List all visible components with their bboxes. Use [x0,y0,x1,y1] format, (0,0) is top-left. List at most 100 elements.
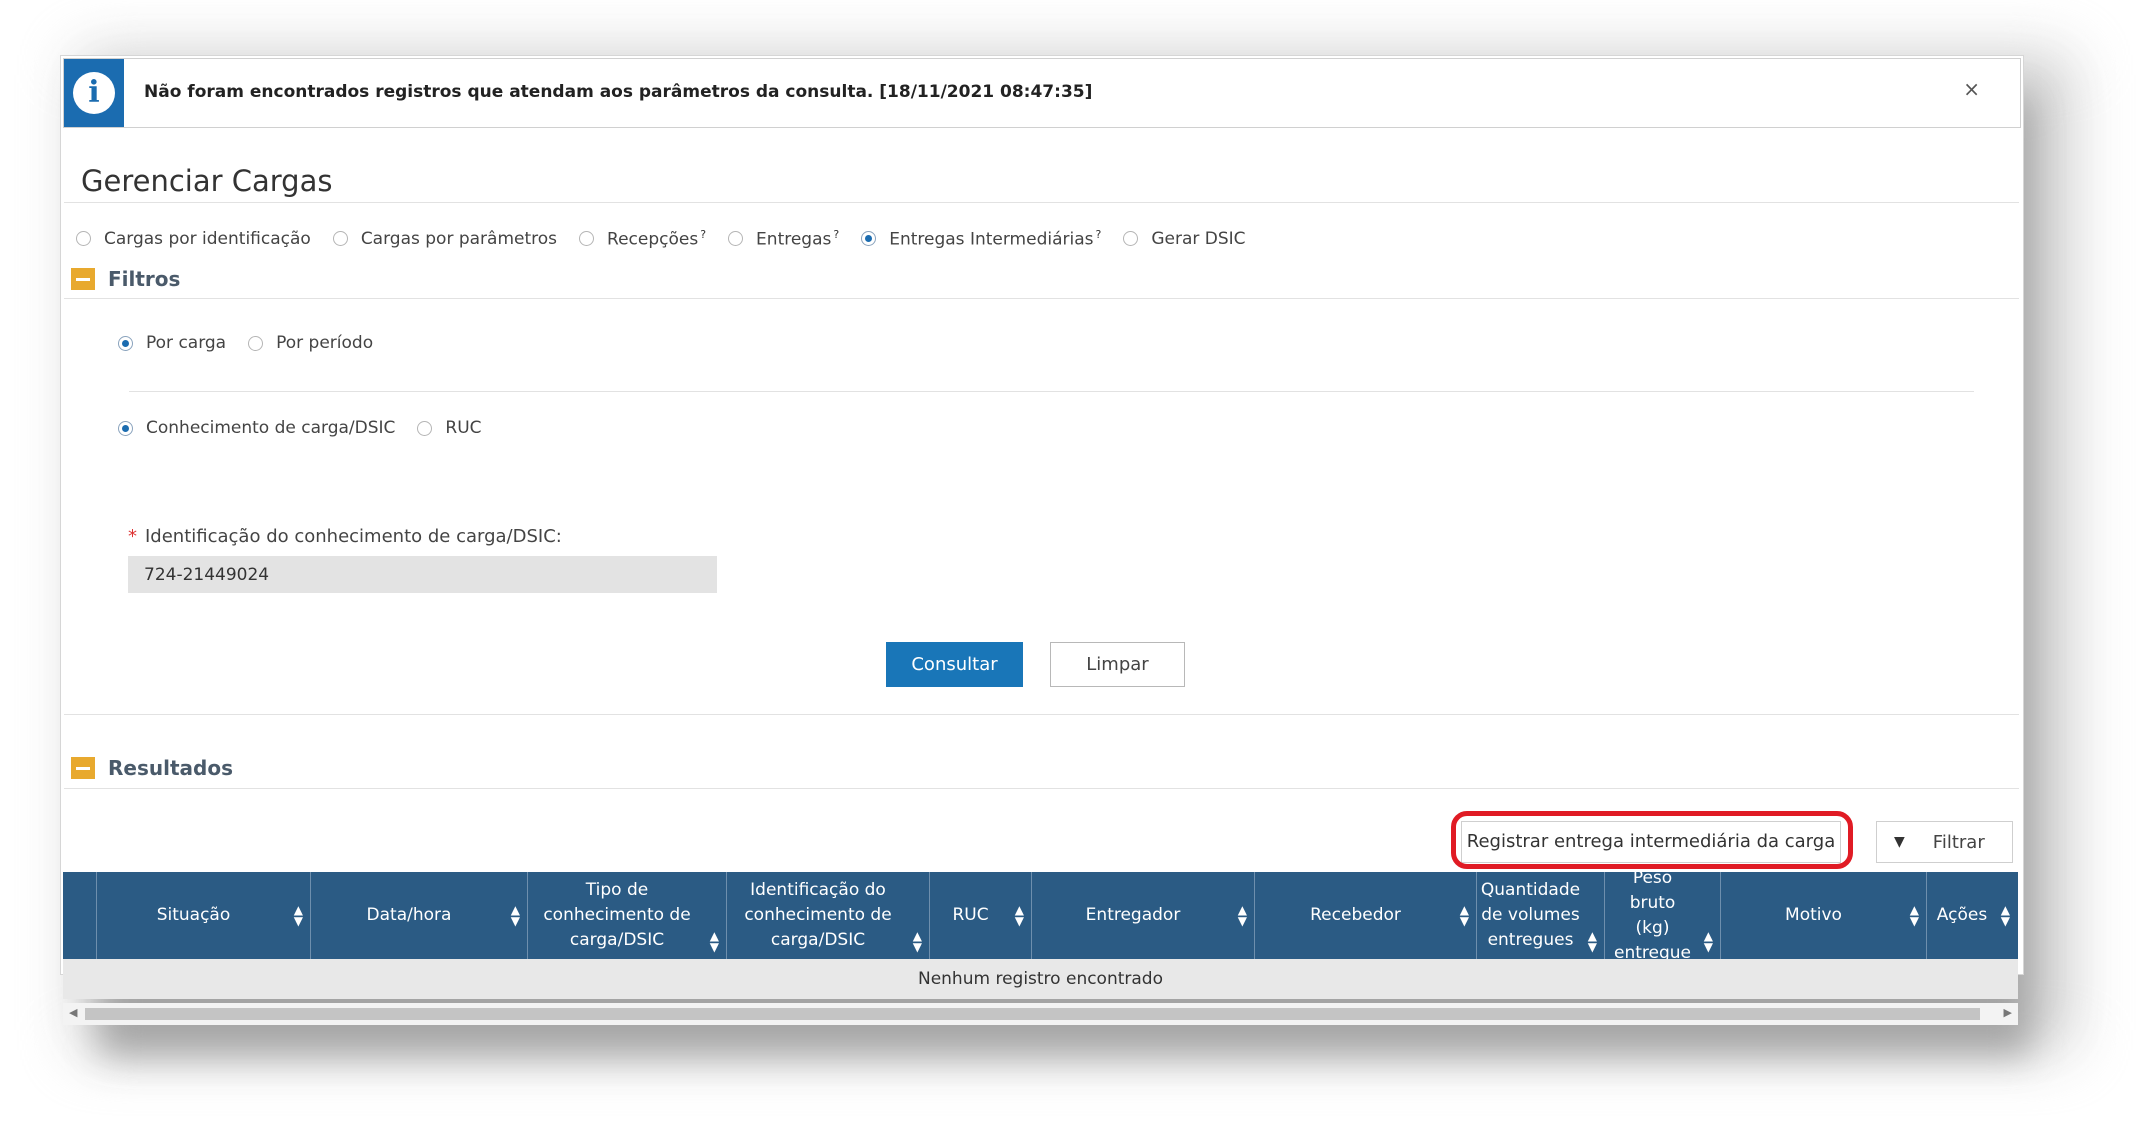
sort-icon[interactable]: ▲ ▼ [1588,930,1597,953]
sort-icon[interactable]: ▲ ▼ [1238,904,1247,927]
scroll-left-icon[interactable]: ◀ [69,1006,77,1019]
help-icon[interactable]: ? [1095,228,1101,241]
alert-message: Não foram encontrados registros que aten… [144,82,1093,102]
section-title: Resultados [108,756,233,780]
column-header-datetime[interactable]: Data/hora ▲ ▼ [311,872,528,959]
mode-label: Entregas? [756,228,839,250]
radio-button-selected[interactable] [861,231,877,247]
radio-button[interactable] [332,231,348,247]
help-icon[interactable]: ? [833,228,839,241]
mode-selector: Cargas por identificação Cargas por parâ… [76,228,1268,250]
bill-of-lading-id-label: * Identificação do conhecimento de carga/… [128,526,562,547]
mode-label-text: Entregas Intermediárias [889,229,1094,250]
scrollbar-thumb[interactable] [85,1008,1980,1020]
column-header-select [63,872,97,959]
mode-label: Recepções? [607,228,706,250]
sort-icon[interactable]: ▲ ▼ [710,930,719,953]
radio-button[interactable] [248,335,264,351]
column-label: Tipo de conhecimento de carga/DSIC [543,880,691,950]
mode-label: Entregas Intermediárias? [889,228,1101,250]
mode-option-intermediate-deliveries[interactable]: Entregas Intermediárias? [861,228,1101,250]
column-label: Situação [156,905,231,925]
bill-of-lading-id-input[interactable] [128,556,717,593]
info-icon: i [64,59,124,127]
sort-icon[interactable]: ▲ ▼ [1015,904,1024,927]
filter-icon: ▼ [1894,834,1905,850]
radio-button[interactable] [728,231,744,247]
radio-button-selected[interactable] [118,420,133,436]
option-label: RUC [445,418,482,438]
radio-button[interactable] [1123,231,1139,247]
column-label: Entregador [1085,905,1181,925]
sort-icon[interactable]: ▲ ▼ [1910,904,1919,927]
sort-icon[interactable]: ▲ ▼ [511,904,520,927]
mode-option-generate-dsic[interactable]: Gerar DSIC [1123,229,1246,249]
page-title: Gerenciar Cargas [81,164,333,198]
register-intermediate-delivery-button[interactable]: Registrar entrega intermediária da carga [1461,821,1841,863]
option-label: Conhecimento de carga/DSIC [146,418,396,438]
consult-button[interactable]: Consultar [886,642,1023,687]
clear-button[interactable]: Limpar [1050,642,1185,687]
column-header-gross-weight[interactable]: Peso bruto (kg) entregue ▲ ▼ [1605,868,1721,963]
doc-type-ruc-option[interactable]: RUC [417,418,482,438]
filter-button[interactable]: ▼ Filtrar [1876,821,2013,863]
required-mark: * [128,526,137,547]
horizontal-scrollbar[interactable]: ◀ ▶ [63,1003,2018,1025]
mode-label: Cargas por parâmetros [360,228,558,249]
scroll-right-icon[interactable]: ▶ [2004,1006,2012,1019]
option-label: Por carga [146,333,227,353]
mode-option-by-identification[interactable]: Cargas por identificação [76,229,311,249]
column-header-deliverer[interactable]: Entregador ▲ ▼ [1032,872,1255,959]
label-text: Identificação do conhecimento de carga/D… [145,526,562,547]
column-label: RUC [952,905,989,925]
sort-icon[interactable]: ▲ ▼ [1460,904,1469,927]
search-by-period-option[interactable]: Por período [248,333,373,353]
column-header-ruc[interactable]: RUC ▲ ▼ [930,872,1032,959]
sort-icon[interactable]: ▲ ▼ [294,904,303,927]
mode-label-text: Entregas [756,229,832,250]
close-icon[interactable]: × [1963,77,1980,101]
sort-icon[interactable]: ▲ ▼ [2001,904,2010,927]
filters-section-header: Filtros [71,267,180,291]
doc-type-selector: Conhecimento de carga/DSIC RUC [118,418,504,438]
help-icon[interactable]: ? [700,228,706,241]
empty-results-row: Nenhum registro encontrado [63,959,2018,999]
column-label: Data/hora [366,905,452,925]
divider [129,391,1974,392]
column-header-receiver[interactable]: Recebedor ▲ ▼ [1255,872,1477,959]
info-alert: i Não foram encontrados registros que at… [63,58,2021,128]
collapse-icon[interactable] [71,268,95,290]
divider [64,714,2019,715]
results-section-header: Resultados [71,756,233,780]
filter-label: Filtrar [1932,831,1985,853]
mode-option-deliveries[interactable]: Entregas? [728,228,839,250]
column-header-volumes-delivered[interactable]: Quantidade de volumes entregues ▲ ▼ [1477,872,1605,959]
column-header-doc-type[interactable]: Tipo de conhecimento de carga/DSIC ▲ ▼ [528,872,727,959]
radio-button[interactable] [417,420,433,436]
column-label: Quantidade de volumes entregues [1480,880,1581,950]
mode-label-text: Recepções [607,229,699,250]
divider [64,788,2019,789]
radio-button[interactable] [76,231,91,247]
radio-button[interactable] [579,231,595,247]
option-label: Por período [276,333,374,353]
column-header-actions[interactable]: Ações ▲ ▼ [1927,872,2017,959]
section-title: Filtros [108,267,181,291]
divider [64,298,2019,299]
collapse-icon[interactable] [71,757,95,779]
search-by-cargo-option[interactable]: Por carga [118,333,226,353]
column-header-reason[interactable]: Motivo ▲ ▼ [1721,872,1927,959]
mode-option-by-parameters[interactable]: Cargas por parâmetros [332,228,558,249]
column-label: Motivo [1785,905,1842,925]
results-table-header: Situação ▲ ▼ Data/hora ▲ ▼ Tipo de conhecime… [63,868,2018,963]
column-label: Peso bruto (kg) entregue [1614,867,1691,963]
sort-icon[interactable]: ▲ ▼ [1704,930,1713,953]
column-label: Recebedor [1310,905,1401,925]
mode-label: Cargas por identificação [104,228,311,249]
column-header-status[interactable]: Situação ▲ ▼ [97,872,311,959]
column-header-doc-id[interactable]: Identificação do conhecimento de carga/D… [727,872,930,959]
mode-option-receptions[interactable]: Recepções? [579,228,706,250]
radio-button-selected[interactable] [118,335,133,351]
doc-type-bill-of-lading-option[interactable]: Conhecimento de carga/DSIC [118,418,395,438]
sort-icon[interactable]: ▲ ▼ [913,930,922,953]
